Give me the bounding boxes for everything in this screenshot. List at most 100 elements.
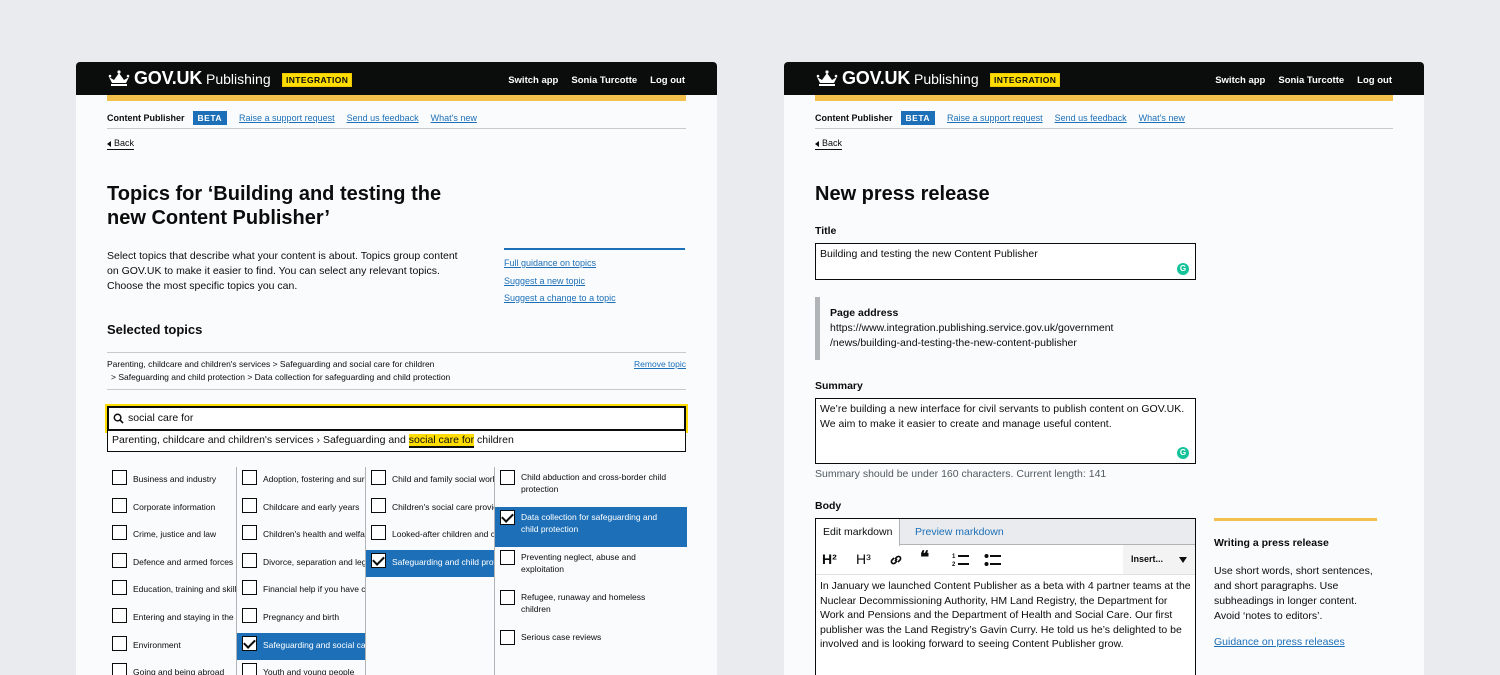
suggest-topic-link[interactable]: Suggest a new topic — [504, 273, 685, 291]
topic-item[interactable]: Education, training and skills — [107, 577, 236, 605]
topic-search-input[interactable]: social care for — [105, 404, 688, 433]
checkbox[interactable] — [112, 607, 127, 623]
user-name-link[interactable]: Sonia Turcotte — [571, 75, 637, 86]
topic-label: Financial help if you have children — [263, 584, 365, 595]
govuk-logo-text[interactable]: GOV.UK — [134, 68, 202, 89]
checkbox-checked[interactable] — [500, 510, 515, 525]
selected-topic-breadcrumb-continued: > Safeguarding and child protection > Da… — [111, 372, 451, 382]
crown-icon — [108, 70, 130, 86]
topic-item[interactable]: Children's health and welfare — [237, 522, 365, 550]
checkbox[interactable] — [112, 580, 127, 596]
topic-item[interactable]: Child abduction and cross-border child p… — [495, 467, 687, 507]
topic-label: Child abduction and cross-border child p… — [521, 472, 667, 494]
topic-item[interactable]: Going and being abroad — [107, 660, 236, 675]
checkbox[interactable] — [500, 590, 515, 605]
app-name: Publishing — [914, 71, 979, 87]
topic-item[interactable]: Environment — [107, 633, 236, 661]
topic-item[interactable]: Financial help if you have children — [237, 577, 365, 605]
topic-item[interactable]: Childcare and early years — [237, 495, 365, 523]
blockquote-icon[interactable]: ❝ — [920, 548, 929, 568]
topic-item[interactable]: Defence and armed forces — [107, 550, 236, 578]
topic-item[interactable]: Refugee, runaway and homeless children — [495, 587, 687, 627]
heading-3-button[interactable]: H³ — [856, 551, 871, 567]
checkbox-checked[interactable] — [371, 552, 386, 568]
full-guidance-link[interactable]: Full guidance on topics — [504, 255, 685, 273]
checkbox[interactable] — [242, 663, 257, 675]
topic-item[interactable]: Safeguarding and social care for childre… — [237, 632, 365, 661]
checkbox[interactable] — [242, 580, 257, 596]
checkbox[interactable] — [242, 607, 257, 623]
search-suggestion[interactable]: Parenting, childcare and children's serv… — [107, 431, 686, 452]
tab-edit-markdown[interactable]: Edit markdown — [816, 519, 901, 546]
numbered-list-icon[interactable]: 12 — [952, 552, 970, 567]
topic-label: Looked-after children and care leavers — [392, 529, 494, 540]
grammarly-icon[interactable]: G — [1177, 263, 1189, 275]
topic-item[interactable]: Safeguarding and child protection — [366, 549, 494, 578]
topic-item[interactable]: Youth and young people — [237, 660, 365, 675]
support-request-link[interactable]: Raise a support request — [239, 113, 335, 123]
press-release-guidance-link[interactable]: Guidance on press releases — [1214, 636, 1377, 648]
grammarly-icon[interactable]: G — [1177, 447, 1189, 459]
heading-2-button[interactable]: H² — [822, 551, 837, 567]
checkbox[interactable] — [112, 552, 127, 568]
back-link[interactable]: Back — [107, 138, 135, 150]
topic-item[interactable]: Crime, justice and law — [107, 522, 236, 550]
switch-app-link[interactable]: Switch app — [508, 75, 558, 86]
topic-item[interactable]: Data collection for safeguarding and chi… — [495, 507, 687, 547]
user-name-link[interactable]: Sonia Turcotte — [1278, 75, 1344, 86]
topic-item[interactable]: Child and family social work — [366, 467, 494, 495]
log-out-link[interactable]: Log out — [1357, 75, 1392, 86]
summary-hint: Summary should be under 160 characters. … — [815, 468, 1107, 480]
remove-topic-link[interactable]: Remove topic — [634, 359, 686, 369]
back-link[interactable]: Back — [815, 138, 843, 150]
topic-label: Preventing neglect, abuse and exploitati… — [521, 552, 636, 574]
support-request-link[interactable]: Raise a support request — [947, 113, 1043, 123]
govuk-logo-text[interactable]: GOV.UK — [842, 68, 910, 89]
bullet-list-icon[interactable] — [984, 552, 1002, 567]
tab-preview-markdown[interactable]: Preview markdown — [908, 519, 1011, 545]
checkbox[interactable] — [112, 497, 127, 513]
checkbox[interactable] — [112, 470, 127, 485]
topic-item[interactable]: Entering and staying in the UK — [107, 605, 236, 633]
log-out-link[interactable]: Log out — [650, 75, 685, 86]
topic-item[interactable]: Divorce, separation and legal issues — [237, 550, 365, 578]
checkbox[interactable] — [112, 635, 127, 651]
topic-item[interactable]: Serious case reviews — [495, 627, 687, 667]
whats-new-link[interactable]: What's new — [431, 113, 477, 123]
checkbox[interactable] — [242, 497, 257, 513]
topic-label: Corporate information — [133, 501, 216, 512]
page-address-label: Page address — [830, 307, 899, 319]
feedback-link[interactable]: Send us feedback — [347, 113, 419, 123]
product-nav: Content Publisher BETA Raise a support r… — [815, 108, 1393, 129]
checkbox[interactable] — [242, 525, 257, 541]
checkbox[interactable] — [371, 470, 386, 485]
checkbox[interactable] — [500, 550, 515, 565]
insert-dropdown[interactable]: Insert... — [1123, 545, 1195, 574]
summary-textarea[interactable]: We’re building a new interface for civil… — [815, 398, 1196, 464]
body-textarea[interactable]: In January we launched Content Publisher… — [816, 575, 1195, 656]
title-input[interactable]: Building and testing the new Content Pub… — [815, 243, 1196, 280]
checkbox[interactable] — [500, 630, 515, 645]
checkbox[interactable] — [500, 470, 515, 485]
checkbox[interactable] — [242, 470, 257, 485]
topic-item[interactable]: Preventing neglect, abuse and exploitati… — [495, 547, 687, 587]
checkbox[interactable] — [371, 525, 386, 541]
checkbox[interactable] — [112, 663, 127, 675]
checkbox[interactable] — [242, 552, 257, 568]
switch-app-link[interactable]: Switch app — [1215, 75, 1265, 86]
topic-item[interactable]: Business and industry — [107, 467, 236, 495]
topic-column-level-4: Child abduction and cross-border child p… — [494, 467, 687, 675]
checkbox[interactable] — [112, 525, 127, 541]
link-icon[interactable] — [889, 553, 903, 567]
topic-item[interactable]: Corporate information — [107, 495, 236, 523]
topic-item[interactable]: Pregnancy and birth — [237, 605, 365, 633]
checkbox-checked[interactable] — [242, 635, 257, 651]
topic-item[interactable]: Looked-after children and care leavers — [366, 522, 494, 550]
whats-new-link[interactable]: What's new — [1139, 113, 1185, 123]
suggest-change-link[interactable]: Suggest a change to a topic — [504, 290, 685, 308]
product-name: Content Publisher — [107, 113, 185, 123]
topic-item[interactable]: Adoption, fostering and surrogacy — [237, 467, 365, 495]
feedback-link[interactable]: Send us feedback — [1055, 113, 1127, 123]
checkbox[interactable] — [371, 497, 386, 513]
topic-item[interactable]: Children's social care providers — [366, 495, 494, 523]
